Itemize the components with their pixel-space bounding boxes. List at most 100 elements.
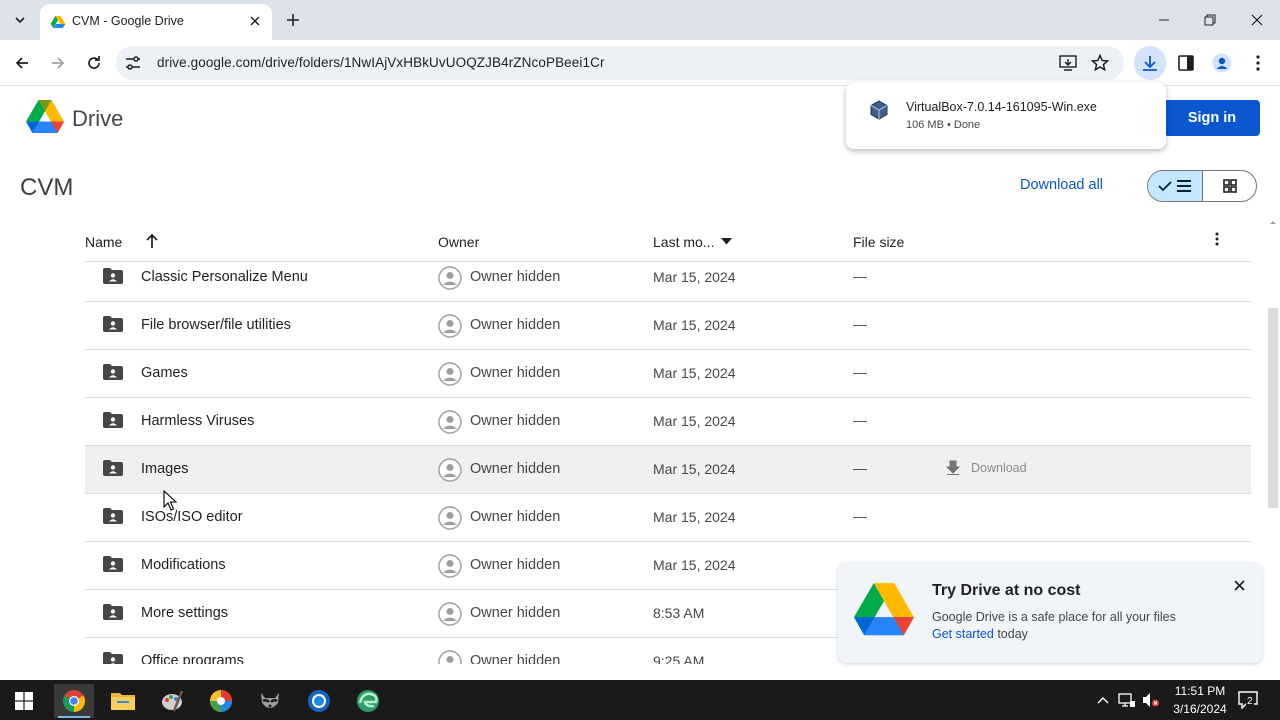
file-name[interactable]: Office programs (141, 653, 244, 664)
file-name[interactable]: Harmless Viruses (141, 413, 254, 429)
file-name[interactable]: ISOs/ISO editor (141, 509, 243, 525)
taskbar-app-raccoon[interactable] (250, 684, 290, 718)
arrow-back-icon (15, 57, 28, 69)
sort-ascending-icon[interactable] (145, 233, 159, 249)
bookmark-star-icon[interactable] (1090, 53, 1110, 73)
promo-text: Google Drive is a safe place for all you… (932, 610, 1176, 624)
browser-menu-icon[interactable] (1246, 51, 1270, 75)
file-size: — (853, 364, 867, 380)
table-row[interactable]: Harmless Viruses Owner hidden Mar 15, 20… (85, 398, 1251, 446)
drive-logo-icon (854, 583, 914, 637)
list-view-button[interactable] (1148, 171, 1203, 201)
page-scrollbar[interactable] (1266, 218, 1280, 664)
mouse-cursor-icon (163, 490, 177, 512)
last-modified: 9:25 AM (653, 653, 705, 664)
check-icon (1158, 181, 1172, 192)
file-name[interactable]: Classic Personalize Menu (141, 269, 308, 285)
promo-link-line: Get started today (932, 627, 1028, 641)
notification-center-button[interactable]: 2 (1236, 688, 1260, 712)
reload-button[interactable] (82, 51, 106, 75)
table-row[interactable]: ISOs/ISO editor Owner hidden Mar 15, 202… (85, 494, 1251, 542)
file-size: — (853, 508, 867, 524)
download-bubble[interactable]: VirtualBox-7.0.14-161095-Win.exe 106 MB … (846, 82, 1166, 149)
taskbar-clock-date[interactable]: 3/16/2024 (1168, 702, 1232, 716)
volume-muted-icon[interactable] (1142, 691, 1160, 709)
get-started-link[interactable]: Get started (932, 627, 994, 641)
column-header-name[interactable]: Name (85, 234, 122, 250)
owner-avatar-icon (438, 410, 462, 434)
taskbar-app-browser[interactable] (299, 684, 339, 718)
browser-tab-active[interactable]: CVM - Google Drive (40, 4, 272, 40)
download-icon[interactable] (1138, 51, 1162, 75)
close-icon (1251, 14, 1263, 26)
scrollbar-thumb[interactable] (1268, 308, 1278, 508)
file-name[interactable]: Games (141, 365, 188, 381)
drive-logo-icon[interactable] (26, 100, 64, 134)
shared-folder-icon (103, 460, 123, 476)
row-download-button[interactable]: Download (945, 460, 1027, 476)
owner-name: Owner hidden (470, 365, 561, 381)
taskbar-file-explorer[interactable] (103, 684, 143, 718)
owner-avatar-icon (438, 458, 462, 482)
taskbar-app-edge[interactable] (348, 684, 388, 718)
table-row[interactable]: File browser/file utilities Owner hidden… (85, 302, 1251, 350)
scroll-up-arrow-icon (1270, 221, 1276, 224)
download-all-button[interactable]: Download all (1020, 177, 1103, 193)
close-window-button[interactable] (1243, 8, 1271, 32)
grid-view-button[interactable] (1203, 171, 1256, 201)
windows-logo-icon (15, 692, 33, 710)
site-info-icon[interactable] (124, 54, 142, 72)
owner-avatar-icon (438, 266, 462, 290)
network-icon[interactable] (1118, 691, 1136, 709)
restore-icon (1204, 14, 1216, 26)
minimize-window-button[interactable] (1150, 8, 1178, 32)
promo-close-icon[interactable] (1231, 577, 1247, 593)
taskbar-app-color[interactable] (201, 684, 241, 718)
table-row-hovered[interactable]: Images Owner hidden Mar 15, 2024 — Downl… (85, 446, 1251, 494)
taskbar-clock-time[interactable]: 11:51 PM (1168, 684, 1232, 698)
tray-overflow-chevron-icon[interactable] (1094, 691, 1112, 709)
profile-icon[interactable] (1210, 51, 1234, 75)
virtualbox-file-icon (870, 100, 888, 120)
tab-search-button[interactable] (8, 8, 32, 32)
restore-window-button[interactable] (1196, 8, 1224, 32)
taskbar-chrome[interactable] (54, 684, 94, 718)
plus-icon (287, 14, 299, 26)
dropdown-arrow-icon[interactable] (721, 238, 732, 245)
file-name[interactable]: Modifications (141, 557, 226, 573)
owner-name: Owner hidden (470, 653, 561, 664)
file-name[interactable]: File browser/file utilities (141, 317, 291, 333)
row-download-label: Download (971, 461, 1027, 475)
windows-taskbar: 11:51 PM 3/16/2024 2 (0, 680, 1280, 720)
address-bar[interactable]: drive.google.com/drive/folders/1NwIAjVxH… (116, 46, 1124, 80)
forward-button[interactable] (46, 51, 70, 75)
app-name[interactable]: Drive (72, 106, 123, 132)
tab-close-icon[interactable] (246, 12, 264, 30)
column-header-owner[interactable]: Owner (438, 234, 479, 250)
download-icon (945, 460, 961, 475)
owner-name: Owner hidden (470, 461, 561, 477)
sign-in-button[interactable]: Sign in (1164, 100, 1260, 136)
chevron-down-icon (15, 17, 25, 24)
minimize-icon (1159, 19, 1169, 21)
column-header-last-modified[interactable]: Last mo... (653, 234, 714, 250)
file-name[interactable]: Images (141, 461, 189, 477)
owner-name: Owner hidden (470, 605, 561, 621)
taskbar-app-paint[interactable] (152, 684, 192, 718)
side-panel-icon[interactable] (1174, 51, 1198, 75)
last-modified: Mar 15, 2024 (653, 269, 736, 285)
more-options-icon[interactable] (1215, 232, 1219, 246)
promo-title: Try Drive at no cost (932, 582, 1081, 599)
install-app-icon[interactable] (1058, 53, 1078, 73)
new-tab-button[interactable] (282, 9, 304, 31)
chrome-icon (63, 690, 85, 712)
file-size: — (853, 316, 867, 332)
back-button[interactable] (10, 51, 34, 75)
download-file-name[interactable]: VirtualBox-7.0.14-161095-Win.exe (906, 100, 1097, 114)
column-header-file-size[interactable]: File size (853, 234, 904, 250)
table-row[interactable]: Classic Personalize Menu Owner hidden Ma… (85, 254, 1251, 302)
start-button[interactable] (4, 684, 44, 718)
file-name[interactable]: More settings (141, 605, 228, 621)
owner-name: Owner hidden (470, 317, 561, 333)
table-row[interactable]: Games Owner hidden Mar 15, 2024 — (85, 350, 1251, 398)
